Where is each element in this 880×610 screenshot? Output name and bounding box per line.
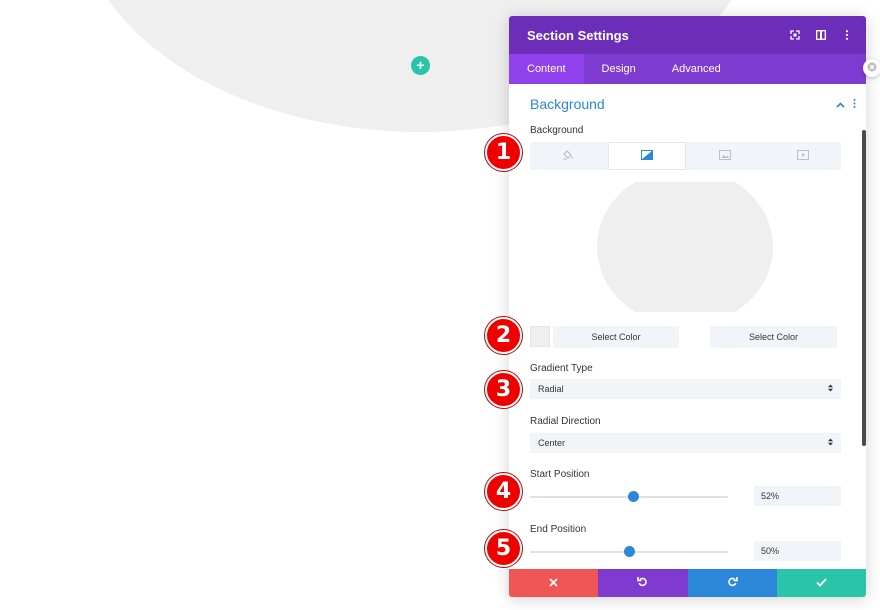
section-settings-panel: Section Settings Content Design Advanced — [509, 16, 866, 597]
step-badge-4: 4 — [485, 473, 522, 510]
columns-icon[interactable] — [808, 22, 834, 48]
step-badge-2: 2 — [485, 317, 522, 354]
section-title: Background — [530, 96, 836, 112]
gradient-icon — [641, 147, 653, 165]
bg-type-image-tab[interactable] — [688, 142, 764, 170]
radial-direction-select[interactable]: Center — [530, 433, 841, 453]
start-position-input[interactable]: 52% — [754, 486, 841, 506]
step-badge-1: 1 — [485, 134, 522, 171]
gradient-type-value: Radial — [538, 384, 828, 394]
color-fill-icon — [562, 147, 573, 165]
check-icon — [816, 574, 827, 592]
background-label: Background — [530, 125, 583, 136]
bg-type-video-tab[interactable] — [765, 142, 841, 170]
add-module-button[interactable]: + — [411, 56, 430, 75]
select-arrows-icon — [828, 438, 833, 448]
end-position-label: End Position — [530, 524, 586, 535]
close-panel-button[interactable] — [863, 59, 880, 77]
undo-icon — [637, 574, 648, 592]
panel-body: Background Background — [509, 84, 866, 569]
gradient-preview — [597, 182, 773, 312]
slider-handle[interactable] — [628, 491, 639, 502]
panel-scrollbar[interactable] — [862, 130, 866, 446]
bg-type-gradient-tab[interactable] — [608, 142, 686, 170]
panel-tabs: Content Design Advanced — [509, 54, 866, 84]
gradient-preview-shape — [597, 182, 773, 312]
end-position-slider[interactable] — [530, 551, 728, 553]
discard-button[interactable] — [509, 569, 598, 597]
start-position-slider[interactable] — [530, 496, 728, 498]
more-vertical-icon[interactable] — [853, 95, 856, 113]
tab-content[interactable]: Content — [509, 54, 584, 84]
close-icon — [867, 59, 877, 77]
gradient-type-label: Gradient Type — [530, 363, 593, 374]
select-arrows-icon — [828, 384, 833, 394]
end-position-input[interactable]: 50% — [754, 541, 841, 561]
tab-advanced[interactable]: Advanced — [654, 54, 739, 84]
bg-type-color-tab[interactable] — [530, 142, 606, 170]
radial-direction-label: Radial Direction — [530, 416, 601, 427]
redo-button[interactable] — [688, 569, 777, 597]
redo-icon — [727, 574, 738, 592]
close-icon — [549, 574, 558, 592]
image-icon — [719, 147, 731, 165]
video-icon — [797, 147, 809, 165]
color-swatch[interactable] — [530, 326, 550, 347]
start-position-label: Start Position — [530, 469, 589, 480]
panel-title: Section Settings — [527, 28, 782, 43]
step-badge-3: 3 — [485, 371, 522, 408]
slider-handle[interactable] — [624, 546, 635, 557]
gradient-type-select[interactable]: Radial — [530, 379, 841, 399]
fullscreen-icon[interactable] — [782, 22, 808, 48]
panel-footer — [509, 569, 866, 597]
save-button[interactable] — [777, 569, 866, 597]
builder-canvas: + Section Settings Content Design Advanc… — [0, 0, 880, 610]
select-color-button-1[interactable]: Select Color — [553, 326, 679, 348]
undo-button[interactable] — [598, 569, 687, 597]
background-section-header[interactable]: Background — [530, 94, 856, 114]
chevron-up-icon[interactable] — [836, 95, 845, 113]
step-badge-5: 5 — [485, 530, 522, 567]
more-vertical-icon[interactable] — [834, 22, 860, 48]
background-type-tabs — [530, 142, 841, 170]
radial-direction-value: Center — [538, 438, 828, 448]
select-color-button-2[interactable]: Select Color — [710, 326, 837, 348]
gradient-color-row: Select Color Select Color — [530, 326, 841, 348]
tab-design[interactable]: Design — [584, 54, 654, 84]
panel-header[interactable]: Section Settings — [509, 16, 866, 54]
